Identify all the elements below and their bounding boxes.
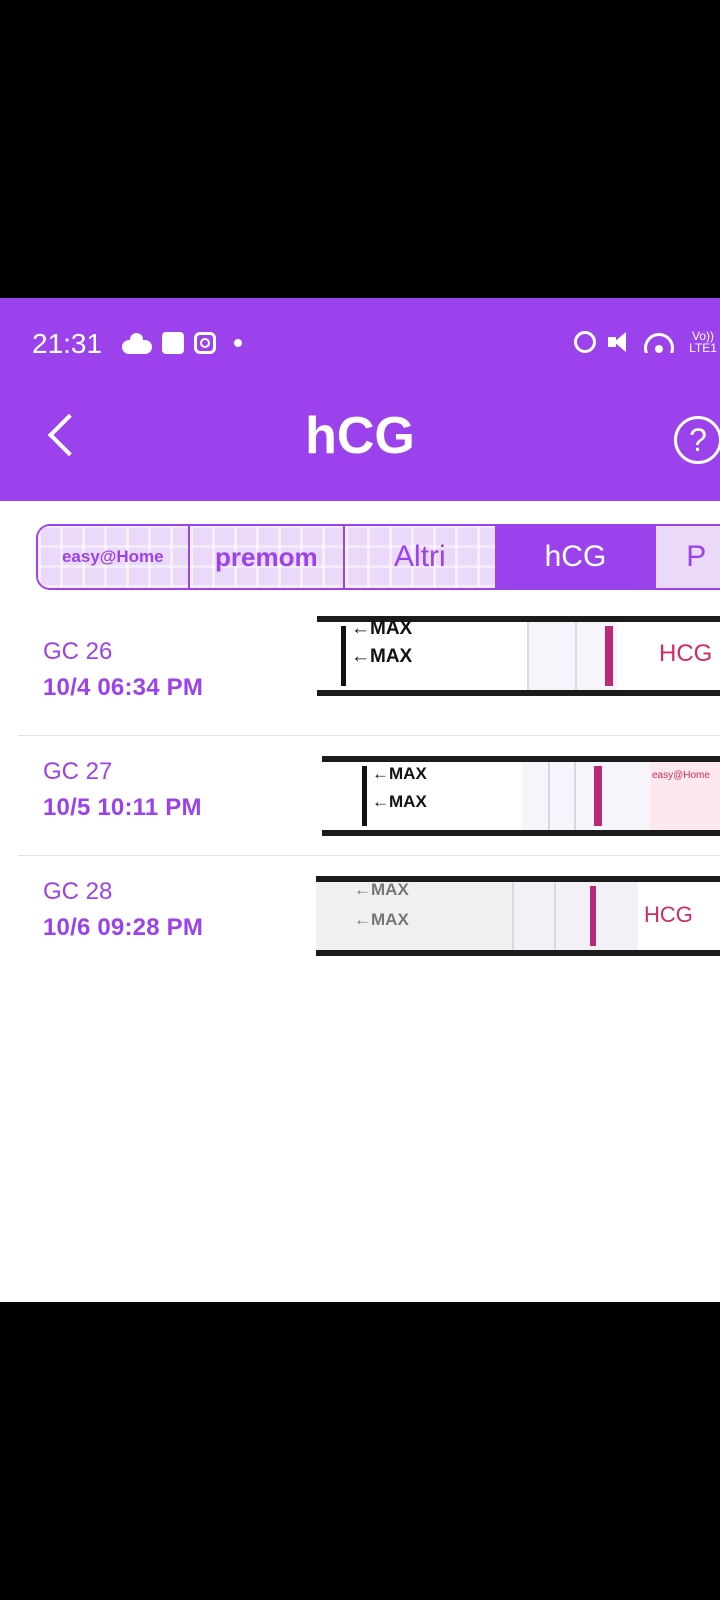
strip-max-label: ←MAX <box>351 646 413 667</box>
strip-max-label: ←MAX <box>354 910 409 929</box>
app-bar: 21:31 Vo)) LTE1 hCG ? <box>0 298 720 501</box>
question-mark-icon: ? <box>689 422 707 458</box>
strip-brand-label: HCG <box>617 622 720 690</box>
test-line <box>594 766 602 826</box>
result-datetime: 10/5 10:11 PM <box>43 794 202 821</box>
tab-altri[interactable]: Altri <box>345 526 497 588</box>
strip-max-label: ←MAX <box>354 880 409 899</box>
tab-hcg[interactable]: hCG <box>496 526 657 588</box>
notification-icons <box>122 332 242 354</box>
wifi-icon <box>644 331 674 353</box>
strip-max-label: ←MAX <box>351 618 413 639</box>
app-screen: 21:31 Vo)) LTE1 hCG ? easy@Home premom A… <box>0 298 720 1302</box>
system-icons: Vo)) LTE1 <box>574 330 720 354</box>
mute-icon <box>608 332 632 352</box>
results-list: GC 26 10/4 06:34 PM ←MAX ←MAX HCG GC 27 … <box>0 616 720 976</box>
help-button[interactable]: ? <box>674 416 720 464</box>
page-title: hCG <box>305 407 415 465</box>
more-notifications-dot-icon <box>234 339 242 347</box>
tab-easy-home[interactable]: easy@Home <box>38 526 190 588</box>
lte-label: LTE1 <box>689 341 717 355</box>
instagram-icon <box>194 332 216 354</box>
result-name: GC 27 <box>43 758 113 785</box>
test-strip-image: ←MAX ←MAX HCG <box>317 616 720 696</box>
cloud-icon <box>122 333 152 354</box>
tab-label: easy@Home <box>61 547 164 566</box>
network-indicator: Vo)) LTE1 <box>686 330 720 354</box>
tab-label: premom <box>215 541 318 572</box>
list-item[interactable]: GC 27 10/5 10:11 PM ←MAX ←MAX easy@Home <box>18 736 720 856</box>
list-item[interactable]: GC 28 10/6 09:28 PM ←MAX ←MAX HCG <box>18 856 720 976</box>
strip-max-label: ←MAX <box>372 764 427 783</box>
result-datetime: 10/4 06:34 PM <box>43 674 204 701</box>
app-notification-icon <box>162 332 184 354</box>
strip-brand-label: easy@Home <box>650 762 720 830</box>
strip-max-label: ←MAX <box>372 792 427 811</box>
brand-tabs: easy@Home premom Altri hCG P <box>36 524 720 590</box>
strip-brand-label: HCG <box>638 882 720 950</box>
result-name: GC 26 <box>43 638 113 665</box>
tab-premom[interactable]: premom <box>189 526 346 588</box>
tab-label: P <box>686 540 707 573</box>
result-name: GC 28 <box>43 878 113 905</box>
strip-edge-mark <box>362 766 367 826</box>
tab-next[interactable]: P <box>656 526 720 588</box>
test-line <box>590 886 596 946</box>
alarm-icon <box>574 331 596 353</box>
tab-label: Altri <box>394 540 446 573</box>
list-item[interactable]: GC 26 10/4 06:34 PM ←MAX ←MAX HCG <box>18 616 720 736</box>
strip-edge-mark <box>341 626 346 686</box>
test-strip-image: ←MAX ←MAX HCG <box>316 876 720 956</box>
status-bar: 21:31 Vo)) LTE1 <box>0 298 720 388</box>
status-time: 21:31 <box>32 328 103 359</box>
test-strip-image: ←MAX ←MAX easy@Home <box>322 756 720 836</box>
result-datetime: 10/6 09:28 PM <box>43 914 204 941</box>
tab-label: hCG <box>544 540 607 573</box>
test-line <box>605 626 613 686</box>
